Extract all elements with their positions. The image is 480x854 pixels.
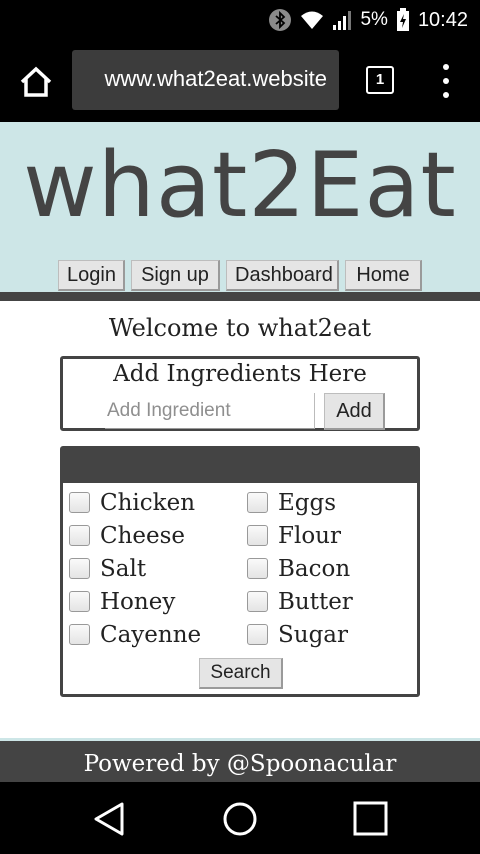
back-icon[interactable] <box>90 800 130 838</box>
ingredient-item[interactable]: Cayenne <box>69 621 247 648</box>
checkbox[interactable] <box>247 492 268 513</box>
system-nav-bar <box>0 782 480 854</box>
status-bar: 5% 10:42 <box>0 0 480 40</box>
web-page: what2Eat Login Sign up Dashboard Home We… <box>0 122 480 782</box>
bluetooth-icon <box>269 9 292 31</box>
ingredient-item[interactable]: Eggs <box>247 489 417 516</box>
welcome-heading: Welcome to what2eat <box>108 314 372 342</box>
ingredient-label: Sugar <box>278 621 348 648</box>
ingredient-label: Bacon <box>278 555 351 582</box>
dashboard-button[interactable]: Dashboard <box>226 260 339 291</box>
site-title: what2Eat <box>23 133 457 238</box>
ingredient-item[interactable]: Honey <box>69 588 247 615</box>
ingredient-item[interactable]: Flour <box>247 522 417 549</box>
footer-text: Powered by @Spoonacular <box>83 751 397 777</box>
home-icon[interactable] <box>16 62 56 102</box>
login-button[interactable]: Login <box>58 260 125 291</box>
ingredient-item[interactable]: Sugar <box>247 621 417 648</box>
checkbox[interactable] <box>247 624 268 645</box>
ingredient-label: Butter <box>278 588 353 615</box>
wifi-icon <box>301 11 324 29</box>
checkbox[interactable] <box>69 492 90 513</box>
ingredient-item[interactable]: Salt <box>69 555 247 582</box>
add-ingredient-panel: Add Ingredients Here Add <box>60 356 420 431</box>
ingredient-label: Salt <box>100 555 147 582</box>
search-button[interactable]: Search <box>199 658 283 689</box>
divider-strip <box>0 292 480 301</box>
ingredient-list-header <box>63 449 417 483</box>
ingredient-item[interactable]: Chicken <box>69 489 247 516</box>
ingredient-item[interactable]: Butter <box>247 588 417 615</box>
checkbox[interactable] <box>69 591 90 612</box>
site-footer: Powered by @Spoonacular <box>0 738 480 782</box>
battery-percent: 5% <box>360 9 388 30</box>
ingredient-input[interactable] <box>105 393 315 429</box>
battery-charging-icon <box>396 8 409 31</box>
browser-toolbar: www.what2eat.website 1 <box>0 40 480 122</box>
checkbox[interactable] <box>69 558 90 579</box>
add-ingredient-title: Add Ingredients Here <box>113 361 367 387</box>
signup-button[interactable]: Sign up <box>131 260 220 291</box>
ingredient-label: Flour <box>278 522 341 549</box>
clock: 10:42 <box>417 8 468 31</box>
hero-banner: what2Eat Login Sign up Dashboard Home <box>0 122 480 292</box>
ingredient-list-panel: Chicken Eggs Cheese Flour Salt Bacon Hon… <box>60 446 420 697</box>
home-circle-icon[interactable] <box>220 800 260 838</box>
checkbox[interactable] <box>69 624 90 645</box>
recents-icon[interactable] <box>351 800 391 838</box>
ingredient-label: Chicken <box>100 489 196 516</box>
menu-dots-icon[interactable] <box>436 64 456 98</box>
url-text: www.what2eat.website <box>104 66 327 91</box>
checkbox[interactable] <box>247 558 268 579</box>
site-nav: Login Sign up Dashboard Home <box>58 260 422 291</box>
ingredient-item[interactable]: Cheese <box>69 522 247 549</box>
checkbox[interactable] <box>247 525 268 546</box>
ingredient-checklist: Chicken Eggs Cheese Flour Salt Bacon Hon… <box>69 489 417 648</box>
checkbox[interactable] <box>69 525 90 546</box>
signal-icon <box>333 11 352 30</box>
ingredient-label: Cheese <box>100 522 186 549</box>
ingredient-label: Cayenne <box>100 621 202 648</box>
tab-switcher-button[interactable]: 1 <box>366 66 394 94</box>
ingredient-label: Honey <box>100 588 176 615</box>
checkbox[interactable] <box>247 591 268 612</box>
ingredient-label: Eggs <box>278 489 337 516</box>
ingredient-item[interactable]: Bacon <box>247 555 417 582</box>
url-bar[interactable]: www.what2eat.website <box>72 50 339 110</box>
add-button[interactable]: Add <box>324 393 385 430</box>
home-button[interactable]: Home <box>345 260 422 291</box>
